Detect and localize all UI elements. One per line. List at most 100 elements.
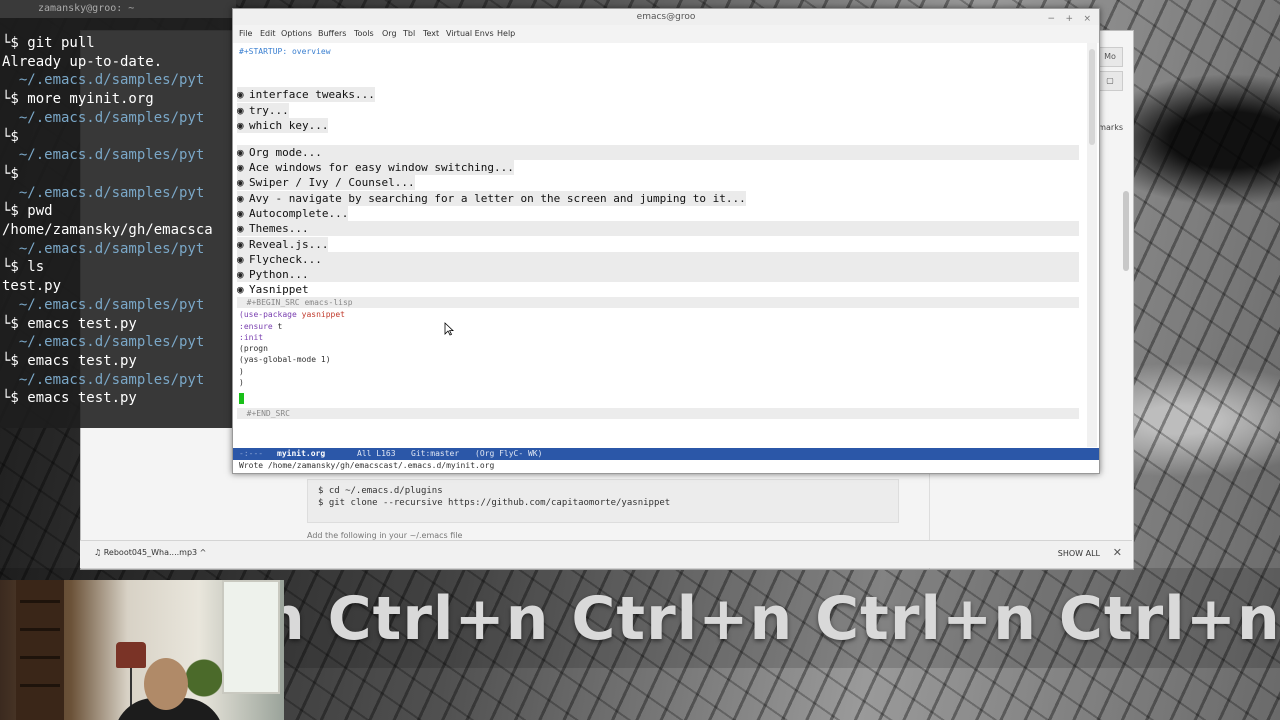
menu-buffers[interactable]: Buffers [318,29,346,38]
browser-menu-button[interactable]: ▢ [1097,71,1123,91]
bullet-icon: ◉ [237,222,244,235]
bullet-icon: ◉ [237,176,244,189]
bullet-icon: ◉ [237,104,244,117]
heading-text: Autocomplete... [249,207,349,220]
minibuffer[interactable]: Wrote /home/zamansky/gh/emacscast/.emacs… [233,460,1099,472]
person-head [144,658,188,710]
heading-text: Ace windows for easy window switching... [249,161,514,174]
org-buffer[interactable]: #+STARTUP: overview ◉ interface tweaks...… [233,43,1085,447]
terminal-line: test.py [2,278,62,295]
terminal-line: /home/zamansky/gh/emacsca [2,222,213,238]
scrollbar-thumb[interactable] [1089,49,1095,145]
org-heading[interactable]: ◉ which key... [237,118,329,133]
end-src-line: #+END_SRC [237,408,1079,419]
menu-tbl[interactable]: Tbl [403,29,415,38]
lamp [116,642,146,668]
terminal-titlebar[interactable]: zamansky@groo: ~ [0,0,236,18]
heading-text: Flycheck... [249,253,322,266]
src-keyword: (use-package [239,310,302,319]
heading-text: Org mode... [249,146,322,159]
end-src-text: #+END_SRC [246,409,290,418]
heading-text: Themes... [249,222,309,235]
src-line: :ensure t [239,321,282,332]
show-all-button[interactable]: SHOW ALL [1058,549,1100,558]
heading-text: Python... [249,268,309,281]
org-heading[interactable]: ◉ interface tweaks... [237,87,375,102]
terminal-line: ~/.emacs.d/samples/pyt [2,72,205,89]
terminal-title: zamansky@groo: ~ [38,3,135,14]
src-keyword: :ensure [239,322,273,331]
bullet-icon: ◉ [237,88,244,101]
menu-options[interactable]: Options [281,29,312,38]
src-line: :init [239,332,263,343]
org-heading[interactable]: ◉ Ace windows for easy window switching..… [237,160,514,175]
modeline-position: All L163 [357,449,396,458]
minibuffer-message: Wrote /home/zamansky/gh/emacscast/.emacs… [239,461,495,470]
terminal-line: └$ git pull [2,35,95,51]
code-line: $ cd ~/.emacs.d/plugins [318,486,443,496]
menu-bar: File Edit Options Buffers Tools Org Tbl … [233,25,1099,43]
download-bar: ♫ Reboot045_Wha....mp3 ^ SHOW ALL ✕ [80,540,1132,568]
heading-text: Reveal.js... [249,238,329,251]
modeline-status: -:--- [239,449,264,458]
bullet-icon: ◉ [237,192,244,205]
bullet-icon: ◉ [237,207,244,220]
org-heading[interactable]: ◉ Swiper / Ivy / Counsel... [237,175,415,190]
org-heading[interactable]: ◉ Python... [237,267,1079,282]
org-heading[interactable]: ◉ Org mode... [237,145,1079,160]
download-item[interactable]: ♫ Reboot045_Wha....mp3 ^ [94,548,206,557]
menu-file[interactable]: File [239,29,252,38]
mode-line: -:--- myinit.org All L163 Git:master (Or… [233,448,1099,460]
menu-text[interactable]: Text [423,29,439,38]
bookshelf [16,580,64,720]
src-value: t [272,322,283,331]
org-heading[interactable]: ◉ Avy - navigate by searching for a lette… [237,191,746,206]
emacs-scrollbar[interactable] [1087,43,1097,447]
emacs-titlebar[interactable]: emacs@groo − + × [233,9,1099,25]
mouse-pointer-icon [444,322,454,336]
src-line: (progn [239,344,268,353]
terminal-line: ~/.emacs.d/samples/pyt [2,240,205,257]
menu-org[interactable]: Org [382,29,397,38]
emacs-window[interactable]: emacs@groo − + × File Edit Options Buffe… [232,8,1100,474]
terminal-window[interactable]: zamansky@groo: ~ └$ git pull Already up-t… [0,0,236,428]
src-keyword: :init [239,333,264,342]
src-line: (yas-global-mode 1) [239,355,331,364]
code-line: $ git clone --recursive https://github.c… [318,498,671,508]
org-heading[interactable]: ◉ Autocomplete... [237,206,349,221]
close-icon[interactable]: ✕ [1113,546,1122,559]
heading-text: Swiper / Ivy / Counsel... [249,176,415,189]
bullet-icon: ◉ [237,146,244,159]
org-heading[interactable]: ◉ Themes... [237,221,1079,236]
modeline-buffer-name: myinit.org [277,449,326,458]
terminal-line: └$ emacs test.py [2,315,137,332]
terminal-line: └$ emacs test.py [2,352,137,369]
browser-scrollbar[interactable] [1123,191,1129,271]
terminal-line: ~/.emacs.d/samples/pyt [2,371,205,388]
src-line: ) [239,378,244,387]
src-line: ) [239,367,244,376]
code-snippet-box: $ cd ~/.emacs.d/plugins $ git clone --re… [307,479,899,523]
menu-help[interactable]: Help [497,29,515,38]
heading-text: which key... [249,119,329,132]
bullet-icon: ◉ [237,119,244,132]
menu-tools[interactable]: Tools [354,29,374,38]
terminal-line: └$ [2,165,19,182]
org-heading[interactable]: ◉ try... [237,103,289,118]
bookmarks-label[interactable]: marks [1098,123,1123,132]
org-heading-expanded[interactable]: ◉ Yasnippet [237,282,309,297]
terminal-line: ~/.emacs.d/samples/pyt [2,184,205,201]
article-text: Add the following in your ~/.emacs file [307,531,463,540]
bullet-icon: ◉ [237,253,244,266]
browser-extension-button[interactable]: Mo [1097,47,1123,67]
org-heading[interactable]: ◉ Reveal.js... [237,237,329,252]
terminal-line: ~/.emacs.d/samples/pyt [2,109,205,126]
heading-text: interface tweaks... [249,88,375,101]
menu-edit[interactable]: Edit [260,29,276,38]
menu-virtual-envs[interactable]: Virtual Envs [446,29,494,38]
org-heading[interactable]: ◉ Flycheck... [237,252,1079,267]
heading-text: try... [249,104,289,117]
terminal-line: └$ ls [2,259,45,276]
text-cursor [239,393,244,404]
bullet-icon: ◉ [237,238,244,251]
